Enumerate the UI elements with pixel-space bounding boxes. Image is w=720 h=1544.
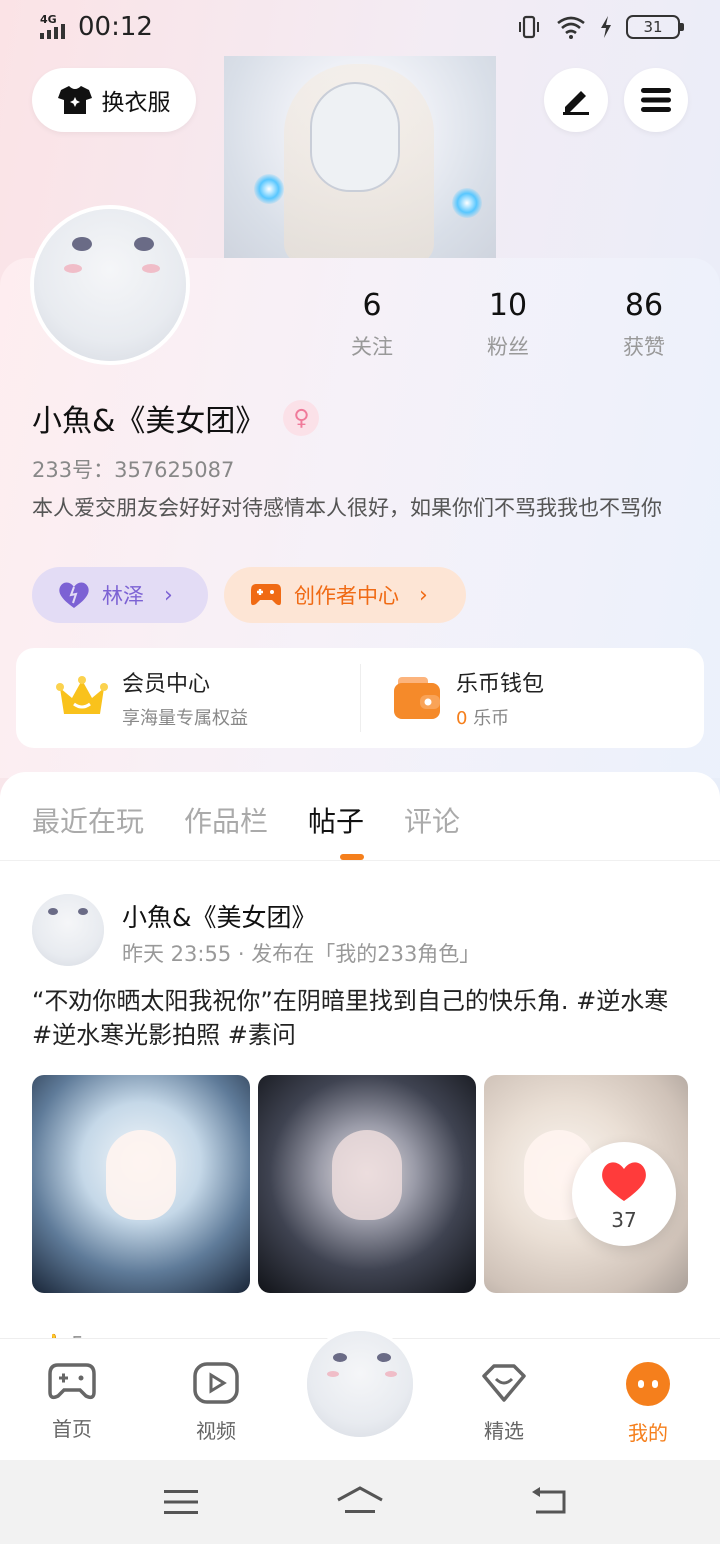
nav-home-label: 首页 bbox=[52, 1417, 92, 1441]
stat-label: 关注 bbox=[351, 335, 393, 359]
stat-value: 10 bbox=[488, 288, 528, 323]
nav-center-avatar[interactable] bbox=[304, 1328, 416, 1440]
tab-works[interactable]: 作品栏 bbox=[184, 800, 268, 840]
me-icon bbox=[626, 1362, 670, 1406]
user-id-label: 233号： bbox=[32, 458, 115, 482]
tab-posts[interactable]: 帖子 bbox=[308, 800, 364, 840]
post-author-name[interactable]: 小魚&《美女团》 bbox=[122, 898, 317, 934]
nav-home[interactable]: 首页 bbox=[22, 1362, 122, 1442]
stat-label: 粉丝 bbox=[487, 335, 529, 359]
header-background-art bbox=[224, 56, 496, 258]
post-text[interactable]: “不劝你晒太阳我祝你”在阴暗里找到自己的快乐角. #逆水寒 #逆水寒光影拍照 #… bbox=[32, 984, 692, 1052]
back-icon[interactable] bbox=[530, 1486, 568, 1516]
nav-me[interactable]: 我的 bbox=[598, 1362, 698, 1446]
profile-tabs: 最近在玩 作品栏 帖子 评论 bbox=[32, 800, 500, 840]
play-icon bbox=[193, 1362, 239, 1404]
stat-value: 86 bbox=[624, 288, 664, 323]
tab-comments[interactable]: 评论 bbox=[404, 800, 460, 840]
gamepad-icon bbox=[251, 584, 281, 606]
profile-stats: 6 关注 10 粉丝 86 获赞 bbox=[304, 288, 712, 361]
heart-chat-icon bbox=[482, 1364, 526, 1402]
post-author-avatar[interactable] bbox=[32, 894, 104, 966]
change-outfit-button[interactable]: 换衣服 bbox=[32, 68, 196, 132]
stat-followers[interactable]: 10 粉丝 bbox=[440, 288, 576, 361]
partner-name: 林泽 bbox=[102, 584, 144, 608]
menu-icon bbox=[641, 88, 671, 112]
avatar[interactable] bbox=[30, 205, 190, 365]
wallet-unit: 乐币 bbox=[467, 708, 510, 729]
battery-indicator: 31 bbox=[626, 15, 684, 39]
wallet-amount: 0 bbox=[456, 708, 468, 729]
user-bio: 本人爱交朋友会好好对待感情本人很好，如果你们不骂我我也不骂你 bbox=[32, 496, 662, 520]
nav-featured[interactable]: 精选 bbox=[454, 1362, 554, 1444]
post-meta: 昨天 23:55 · 发布在「我的233角色」 bbox=[122, 942, 481, 966]
status-left: 4G 00:12 bbox=[40, 12, 153, 42]
vip-subtitle: 享海量专属权益 bbox=[122, 708, 248, 729]
female-icon: ♀ bbox=[283, 400, 320, 436]
wifi-icon bbox=[557, 16, 585, 39]
status-right: 31 bbox=[516, 14, 684, 40]
post-image[interactable] bbox=[258, 1075, 476, 1293]
nav-me-label: 我的 bbox=[628, 1421, 668, 1445]
wallet-title: 乐币钱包 bbox=[456, 672, 545, 697]
tshirt-icon bbox=[57, 86, 92, 114]
recents-icon[interactable] bbox=[164, 1488, 198, 1516]
nav-video[interactable]: 视频 bbox=[166, 1362, 266, 1444]
menu-button[interactable] bbox=[624, 68, 688, 132]
chevron-right-icon: › bbox=[419, 582, 428, 608]
heart-icon bbox=[602, 1162, 646, 1201]
tab-recently-played[interactable]: 最近在玩 bbox=[32, 800, 144, 840]
creator-center-label: 创作者中心 bbox=[294, 584, 399, 608]
stat-value: 6 bbox=[362, 288, 382, 323]
stat-likes[interactable]: 86 获赞 bbox=[576, 288, 712, 361]
wallet-balance: 0 乐币 bbox=[456, 704, 544, 730]
wallet[interactable]: 乐币钱包 0 乐币 bbox=[392, 648, 544, 748]
username-row: 小魚&《美女团》 ♀ bbox=[32, 396, 320, 440]
creator-center-pill[interactable]: 创作者中心 › bbox=[224, 567, 466, 623]
status-bar: 4G 00:12 31 bbox=[0, 0, 720, 56]
gamepad-icon bbox=[48, 1363, 96, 1400]
stat-following[interactable]: 6 关注 bbox=[304, 288, 440, 361]
user-id-value: 357625087 bbox=[114, 458, 235, 482]
stat-label: 获赞 bbox=[623, 335, 665, 359]
nav-video-label: 视频 bbox=[196, 1419, 236, 1443]
edit-icon bbox=[563, 91, 589, 115]
charging-icon bbox=[601, 16, 611, 38]
username: 小魚&《美女团》 bbox=[32, 404, 266, 439]
status-time: 00:12 bbox=[78, 12, 153, 42]
member-wallet-card: 会员中心 享海量专属权益 乐币钱包 0 乐币 bbox=[16, 648, 704, 748]
post-image[interactable] bbox=[32, 1075, 250, 1293]
wallet-icon bbox=[394, 677, 440, 719]
nav-featured-label: 精选 bbox=[484, 1419, 524, 1443]
edit-profile-button[interactable] bbox=[544, 68, 608, 132]
divider bbox=[360, 664, 361, 732]
tabs-divider bbox=[0, 860, 720, 861]
signal-icon: 4G bbox=[40, 13, 70, 41]
vip-center[interactable]: 会员中心 享海量专属权益 bbox=[56, 648, 248, 748]
partner-pill[interactable]: 林泽 › bbox=[32, 567, 208, 623]
crown-icon bbox=[56, 676, 108, 714]
chevron-right-icon: › bbox=[164, 582, 173, 608]
home-icon[interactable] bbox=[336, 1486, 384, 1516]
like-count: 37 bbox=[611, 1208, 637, 1232]
system-nav-bar bbox=[0, 1460, 720, 1544]
vibrate-icon bbox=[519, 15, 539, 39]
floating-like-button[interactable]: 37 bbox=[572, 1142, 676, 1246]
vip-title: 会员中心 bbox=[122, 672, 211, 697]
heart-icon bbox=[59, 582, 89, 608]
user-id: 233号：357625087 bbox=[32, 454, 234, 484]
change-outfit-label: 换衣服 bbox=[101, 90, 171, 116]
